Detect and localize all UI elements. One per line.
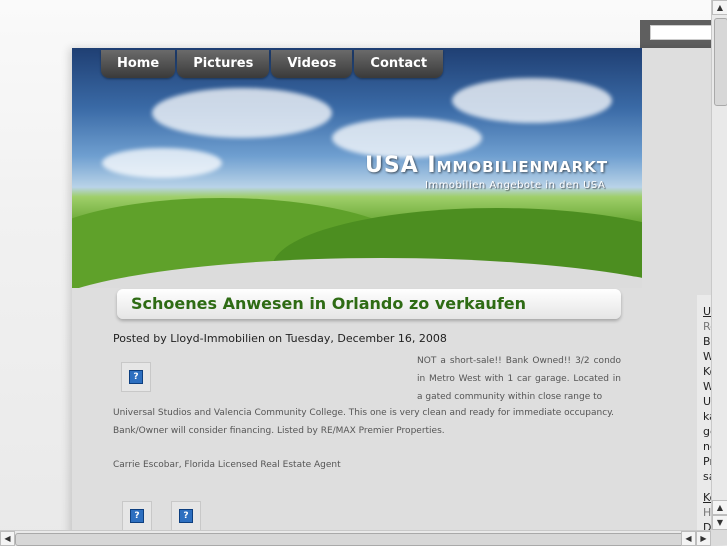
post-image-thumbnail[interactable]: ?: [121, 362, 151, 392]
horizontal-scrollbar[interactable]: ◀ ◀ ▶: [0, 530, 711, 546]
broken-image-icon: ?: [179, 509, 193, 523]
site-subtitle: Immobilien Angebote in den USA: [425, 180, 606, 191]
scroll-left-icon[interactable]: ◀: [0, 531, 15, 546]
post-meta: Posted by Lloyd-Immobilien on Tuesday, D…: [113, 332, 447, 345]
sidebar-link[interactable]: U: [703, 305, 711, 318]
scroll-up-icon[interactable]: ▲: [712, 0, 727, 15]
post-body-intro: NOT a short-sale!! Bank Owned!! 3/2 cond…: [417, 356, 621, 402]
vertical-scrollbar[interactable]: ▲ ▲ ▼: [711, 0, 727, 530]
scrollbar-corner: [711, 530, 727, 545]
scroll-down-icon[interactable]: ▼: [712, 515, 727, 530]
sidebar-text: U: [703, 395, 712, 408]
nav-home[interactable]: Home: [101, 50, 176, 78]
nav-contact[interactable]: Contact: [354, 50, 444, 78]
site-title: USA Immobilienmarkt: [365, 153, 609, 178]
scroll-right-icon[interactable]: ▶: [696, 531, 711, 546]
vertical-scroll-thumb[interactable]: [714, 18, 727, 106]
gallery-thumbnail[interactable]: ?: [171, 501, 201, 531]
broken-image-icon: ?: [130, 509, 144, 523]
post-title[interactable]: Schoenes Anwesen in Orlando zo verkaufen: [131, 294, 526, 313]
broken-image-icon: ?: [129, 370, 143, 384]
scroll-left-icon[interactable]: ◀: [681, 531, 696, 546]
post-body-continued: Universal Studios and Valencia Community…: [113, 408, 615, 436]
post-title-box: Schoenes Anwesen in Orlando zo verkaufen: [117, 289, 621, 319]
horizontal-scroll-thumb[interactable]: [15, 533, 687, 546]
post-author: Carrie Escobar, Florida Licensed Real Es…: [113, 460, 341, 470]
scroll-up-icon[interactable]: ▲: [712, 500, 727, 515]
main-nav: Home Pictures Videos Contact: [101, 50, 445, 78]
gallery-thumbnail[interactable]: ?: [122, 501, 152, 531]
nav-pictures[interactable]: Pictures: [177, 50, 270, 78]
nav-videos[interactable]: Videos: [271, 50, 353, 78]
